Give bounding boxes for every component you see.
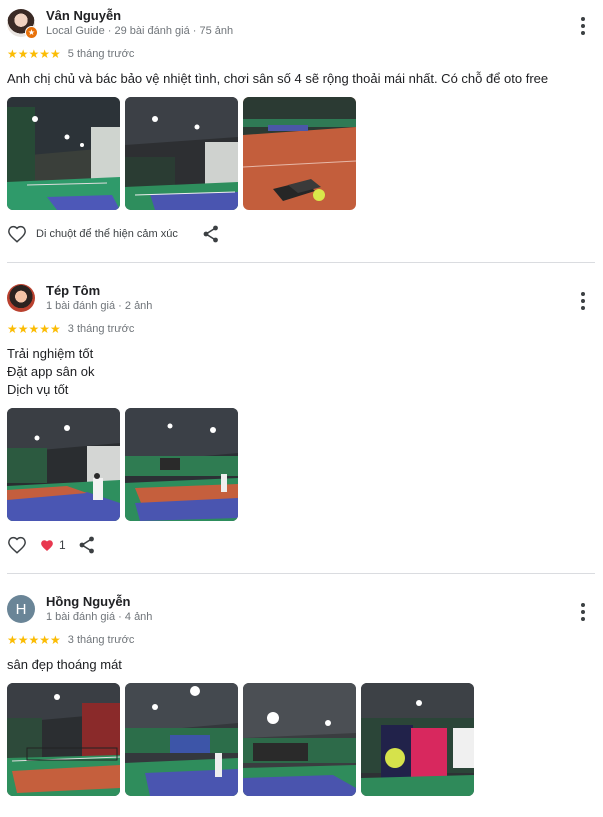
review-photo[interactable] <box>7 97 120 210</box>
review-rating: ★★★★★ 5 tháng trước <box>7 47 595 61</box>
share-button[interactable] <box>203 225 219 243</box>
star-rating: ★★★★★ <box>7 322 61 336</box>
like-button[interactable]: Di chuột để thể hiện cảm xúc <box>7 225 178 243</box>
star-rating: ★★★★★ <box>7 633 61 647</box>
review-header: ★ Vân Nguyễn Local Guide · 29 bài đánh g… <box>7 8 595 39</box>
review-rating: ★★★★★ 3 tháng trước <box>7 322 595 336</box>
reviewer-info: Hồng Nguyễn 1 bài đánh giá · 4 ảnh <box>46 594 152 624</box>
more-vert-icon[interactable] <box>573 600 593 624</box>
review-header: H Hồng Nguyễn 1 bài đánh giá · 4 ảnh <box>7 594 595 624</box>
review-date: 3 tháng trước <box>67 323 135 335</box>
share-button[interactable] <box>79 536 95 554</box>
more-vert-icon[interactable] <box>573 14 593 38</box>
review-photos <box>7 408 595 521</box>
reviewer-meta: 1 bài đánh giá · 2 ảnh <box>46 300 153 312</box>
heart-outline-icon <box>8 225 26 243</box>
star-rating: ★★★★★ <box>7 47 61 61</box>
review-rating: ★★★★★ 3 tháng trước <box>7 633 595 647</box>
reviewer-meta: Local Guide · 29 bài đánh giá · 75 ảnh <box>46 25 234 37</box>
like-hint: Di chuột để thể hiện cảm xúc <box>36 228 178 240</box>
local-guide-badge-icon: ★ <box>25 26 38 39</box>
reviewer-avatar[interactable]: ★ <box>7 9 38 39</box>
more-vert-icon[interactable] <box>573 289 593 313</box>
like-button[interactable] <box>7 536 27 554</box>
reviewer-info: Vân Nguyễn Local Guide · 29 bài đánh giá… <box>46 8 233 38</box>
review-photo[interactable] <box>125 408 238 521</box>
review-photos <box>7 97 595 210</box>
review-text: Anh chị chủ và bác bảo vệ nhiệt tình, ch… <box>7 71 549 86</box>
review-text: Trải nghiệm tốt Đặt app sân ok Dịch vụ t… <box>7 346 95 397</box>
review-photo[interactable] <box>125 683 238 796</box>
review-text: sân đẹp thoáng mát <box>7 657 122 672</box>
share-icon <box>79 536 94 554</box>
review-actions: Di chuột để thể hiện cảm xúc <box>7 220 595 262</box>
reviewer-name[interactable]: Vân Nguyễn <box>46 8 233 24</box>
reviewer-name[interactable]: Hồng Nguyễn <box>46 594 152 610</box>
review-card: Tép Tôm 1 bài đánh giá · 2 ảnh ★★★★★ 3 t… <box>7 262 595 573</box>
review-photo[interactable] <box>125 97 238 210</box>
reviewer-name[interactable]: Tép Tôm <box>46 283 152 299</box>
heart-filled-icon <box>41 539 53 551</box>
review-photo[interactable] <box>243 683 356 796</box>
reviewer-avatar[interactable] <box>7 284 35 312</box>
review-card: H Hồng Nguyễn 1 bài đánh giá · 4 ảnh ★★★… <box>7 573 595 796</box>
review-header: Tép Tôm 1 bài đánh giá · 2 ảnh <box>7 283 595 313</box>
reviewer-info: Tép Tôm 1 bài đánh giá · 2 ảnh <box>46 283 152 313</box>
share-icon <box>203 225 218 243</box>
review-actions: 1 <box>7 531 595 573</box>
review-photo[interactable] <box>7 408 120 521</box>
reaction-summary[interactable]: 1 <box>40 538 66 552</box>
review-photo[interactable] <box>361 683 474 796</box>
review-photo[interactable] <box>7 683 120 796</box>
review-card: ★ Vân Nguyễn Local Guide · 29 bài đánh g… <box>7 0 595 262</box>
review-photos <box>7 683 595 796</box>
review-date: 3 tháng trước <box>67 634 135 646</box>
like-count: 1 <box>59 538 66 552</box>
reviewer-meta: 1 bài đánh giá · 4 ảnh <box>46 611 153 623</box>
review-date: 5 tháng trước <box>67 48 135 60</box>
heart-outline-icon <box>8 536 26 554</box>
reviewer-avatar[interactable]: H <box>7 595 35 623</box>
review-photo[interactable] <box>243 97 356 210</box>
